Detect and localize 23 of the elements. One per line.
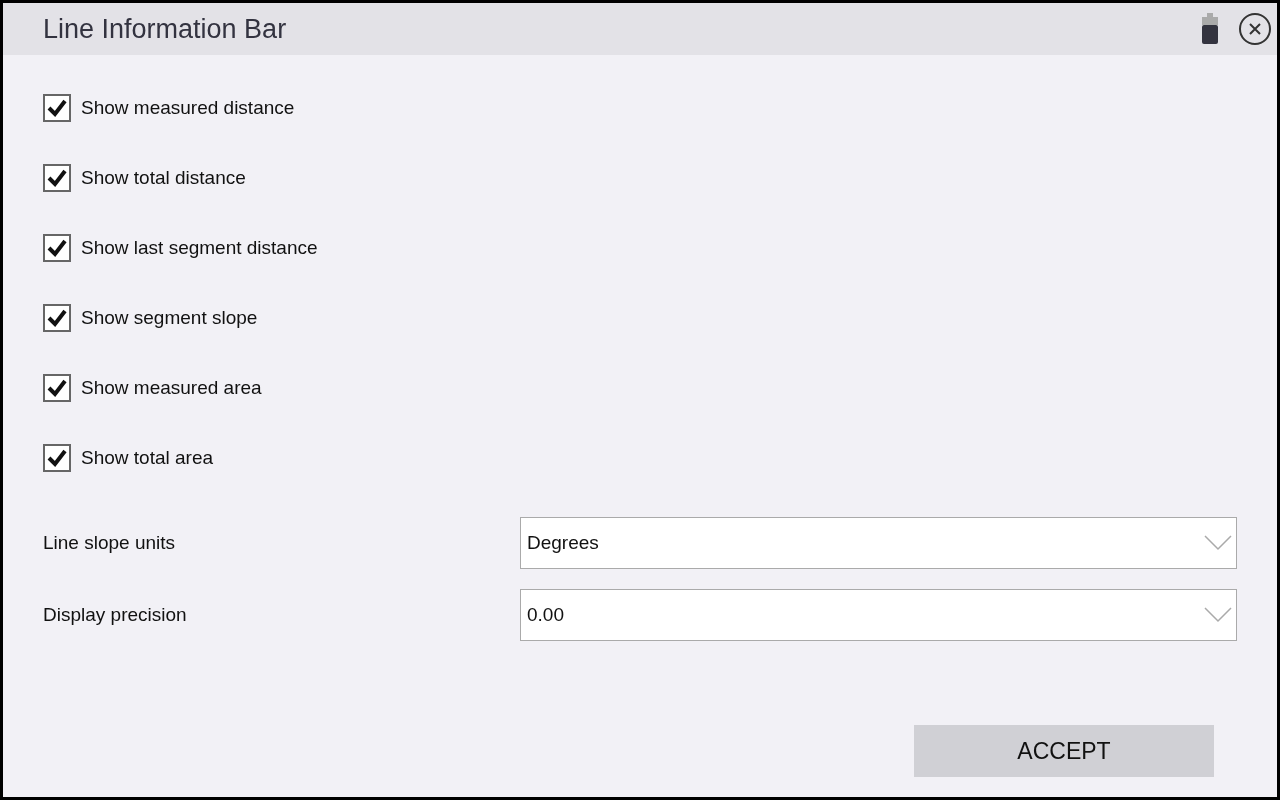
checkbox-label: Show total area	[81, 445, 214, 470]
chevron-down-icon	[1204, 607, 1232, 623]
window-title: Line Information Bar	[43, 12, 287, 46]
setting-label: Display precision	[43, 602, 188, 627]
checkbox[interactable]	[43, 94, 71, 122]
close-icon	[1248, 22, 1262, 36]
dropdown[interactable]: Degrees	[520, 517, 1237, 569]
checkbox-label: Show total distance	[81, 165, 246, 190]
checkbox-label: Show last segment distance	[81, 235, 318, 260]
setting-label: Line slope units	[43, 530, 177, 555]
accept-button[interactable]: ACCEPT	[914, 725, 1214, 777]
close-button[interactable]	[1239, 13, 1271, 45]
chevron-down-icon	[1204, 535, 1232, 551]
checkbox[interactable]	[43, 374, 71, 402]
checkbox[interactable]	[43, 304, 71, 332]
battery-icon	[1201, 13, 1219, 45]
checkbox[interactable]	[43, 234, 71, 262]
dropdown[interactable]: 0.00	[520, 589, 1237, 641]
checkbox[interactable]	[43, 164, 71, 192]
checkbox-label: Show segment slope	[81, 305, 258, 330]
checkbox[interactable]	[43, 444, 71, 472]
checkbox-label: Show measured distance	[81, 95, 295, 120]
checkbox-label: Show measured area	[81, 375, 262, 400]
